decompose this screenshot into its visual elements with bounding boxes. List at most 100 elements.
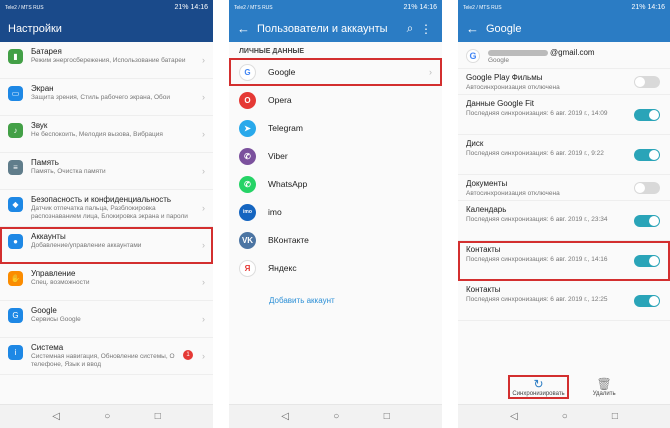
settings-item-text: Память Память, Очистка памяти bbox=[31, 158, 205, 176]
sync-toggle[interactable] bbox=[634, 255, 660, 267]
sync-item[interactable]: Google Play Фильмы Автосинхронизация откл… bbox=[458, 69, 670, 95]
chevron-right-icon: › bbox=[202, 351, 205, 361]
account-item[interactable]: Я Яндекс bbox=[229, 254, 442, 282]
sound-icon: ♪ bbox=[8, 123, 23, 138]
settings-item[interactable]: ◆ Безопасность и конфиденциальность Датчик… bbox=[0, 190, 213, 227]
account-item[interactable]: G Google › bbox=[229, 58, 442, 86]
sync-list: Google Play Фильмы Автосинхронизация откл… bbox=[458, 69, 670, 321]
settings-item[interactable]: ✋ Управление Спец. возможности › bbox=[0, 264, 213, 301]
delete-account-button[interactable]: 🗑 Удалить bbox=[589, 375, 620, 399]
settings-item-subtitle: Добавление/управление аккаунтами bbox=[31, 242, 142, 249]
settings-item-title: Батарея bbox=[31, 47, 62, 56]
settings-item-text: Система Системная навигация, Обновление с… bbox=[31, 343, 205, 369]
sync-item[interactable]: Контакты Последняя синхронизация: 6 авг. … bbox=[458, 281, 670, 321]
yandex-icon: Я bbox=[239, 259, 256, 277]
settings-item[interactable]: ▭ Экран Защита зрения, Стиль рабочего экра… bbox=[0, 79, 213, 116]
account-email-domain: @gmail.com bbox=[550, 48, 595, 57]
account-item[interactable]: ➤ Telegram bbox=[229, 114, 442, 142]
settings-item-text: Аккаунты Добавление/управление аккаунтами bbox=[31, 232, 205, 250]
back-arrow-icon[interactable]: ← bbox=[237, 21, 257, 36]
google-icon: G bbox=[239, 63, 256, 81]
settings-item[interactable]: ● Аккаунты Добавление/управление аккаунтам… bbox=[0, 227, 213, 264]
settings-item-title: Система bbox=[31, 343, 64, 352]
nav-recent-button[interactable]: □ bbox=[612, 411, 618, 422]
settings-item[interactable]: G Google Сервисы Google › bbox=[0, 301, 213, 338]
account-item[interactable]: VK ВКонтакте bbox=[229, 226, 442, 254]
account-label: ВКонтакте bbox=[268, 235, 309, 245]
sync-toggle[interactable] bbox=[634, 215, 660, 227]
whatsapp-icon: ✆ bbox=[239, 175, 256, 193]
nav-back-button[interactable]: ◁ bbox=[281, 411, 289, 422]
nav-recent-button[interactable]: □ bbox=[155, 411, 161, 422]
account-label: imo bbox=[268, 207, 282, 217]
chevron-right-icon: › bbox=[202, 277, 205, 287]
settings-item-subtitle: Датчик отпечатка пальца, Разблокировка р… bbox=[31, 205, 188, 220]
settings-item-title: Google bbox=[31, 306, 57, 315]
google-logo-icon: G bbox=[466, 49, 480, 63]
navigation-bar: ◁ ○ □ bbox=[0, 404, 213, 428]
account-label: WhatsApp bbox=[268, 179, 308, 189]
account-item[interactable]: ✆ Viber bbox=[229, 142, 442, 170]
settings-item-title: Безопасность и конфиденциальность bbox=[31, 195, 172, 204]
nav-home-button[interactable]: ○ bbox=[333, 411, 339, 422]
app-bar: ← Пользователи и аккаунты ⌕ ⋮ bbox=[229, 15, 442, 42]
sync-item-subtitle: Последняя синхронизация: 6 авг. 2019 г.,… bbox=[466, 296, 608, 303]
sync-item[interactable]: Контакты Последняя синхронизация: 6 авг. … bbox=[458, 241, 670, 281]
settings-item[interactable]: i Система Системная навигация, Обновление … bbox=[0, 338, 213, 375]
navigation-bar: ◁ ○ □ bbox=[458, 404, 670, 428]
chevron-right-icon: › bbox=[202, 240, 205, 250]
redacted-email bbox=[488, 49, 548, 56]
account-item[interactable]: ✆ WhatsApp bbox=[229, 170, 442, 198]
chevron-right-icon: › bbox=[202, 203, 205, 213]
telegram-icon: ➤ bbox=[239, 119, 256, 137]
settings-item-subtitle: Спец. возможности bbox=[31, 279, 90, 286]
account-item[interactable]: imo imo bbox=[229, 198, 442, 226]
settings-item-text: Батарея Режим энергосбережения, Использов… bbox=[31, 47, 205, 65]
settings-item-subtitle: Сервисы Google bbox=[31, 316, 81, 323]
sync-item-title: Данные Google Fit bbox=[466, 99, 535, 108]
sync-item[interactable]: Диск Последняя синхронизация: 6 авг. 2019… bbox=[458, 135, 670, 175]
search-icon[interactable]: ⌕ bbox=[402, 21, 418, 36]
sync-toggle[interactable] bbox=[634, 182, 660, 194]
system-icon: i bbox=[8, 345, 23, 360]
accounts-screen: Tele2 / MTS RUS 21% 14:16 ← Пользователи… bbox=[229, 0, 442, 428]
back-arrow-icon[interactable]: ← bbox=[466, 21, 486, 36]
nav-recent-button[interactable]: □ bbox=[384, 411, 390, 422]
add-account-button[interactable]: Добавить аккаунт bbox=[229, 282, 442, 305]
sync-toggle[interactable] bbox=[634, 109, 660, 121]
app-bar: Настройки bbox=[0, 15, 213, 42]
trash-icon: 🗑 bbox=[596, 377, 612, 391]
sync-item-title: Документы bbox=[466, 179, 508, 188]
sync-now-label: Синхронизировать bbox=[512, 391, 565, 397]
nav-home-button[interactable]: ○ bbox=[104, 411, 110, 422]
settings-list: ▮ Батарея Режим энергосбережения, Использо… bbox=[0, 42, 213, 375]
status-right: 21% 14:16 bbox=[174, 4, 208, 11]
sync-now-button[interactable]: ↻ Синхронизировать bbox=[508, 375, 569, 399]
more-menu-icon[interactable]: ⋮ bbox=[418, 22, 434, 36]
google-icon: G bbox=[8, 308, 23, 323]
nav-back-button[interactable]: ◁ bbox=[510, 411, 518, 422]
sync-toggle[interactable] bbox=[634, 76, 660, 88]
sync-item-title: Календарь bbox=[466, 205, 507, 214]
sync-item-subtitle: Последняя синхронизация: 6 авг. 2019 г.,… bbox=[466, 110, 608, 117]
settings-item-title: Память bbox=[31, 158, 59, 167]
status-bar: Tele2 / MTS RUS 21% 14:16 bbox=[229, 0, 442, 15]
settings-item[interactable]: ♪ Звук Не беспокоить, Мелодия вызова, Вибр… bbox=[0, 116, 213, 153]
nav-back-button[interactable]: ◁ bbox=[52, 411, 60, 422]
account-item[interactable]: O Opera bbox=[229, 86, 442, 114]
sync-toggle[interactable] bbox=[634, 295, 660, 307]
settings-item[interactable]: ≡ Память Память, Очистка памяти › bbox=[0, 153, 213, 190]
sync-item[interactable]: Календарь Последняя синхронизация: 6 авг.… bbox=[458, 201, 670, 241]
nav-home-button[interactable]: ○ bbox=[562, 411, 568, 422]
sync-toggle[interactable] bbox=[634, 149, 660, 161]
delete-label: Удалить bbox=[592, 391, 616, 397]
settings-item-title: Управление bbox=[31, 269, 76, 278]
sync-item[interactable]: Данные Google Fit Последняя синхронизация… bbox=[458, 95, 670, 135]
status-right: 21% 14:16 bbox=[631, 4, 665, 11]
account-label: Telegram bbox=[268, 123, 303, 133]
user-icon: ● bbox=[8, 234, 23, 249]
settings-item[interactable]: ▮ Батарея Режим энергосбережения, Использо… bbox=[0, 42, 213, 79]
account-label: Google bbox=[268, 67, 296, 77]
battery-icon: ▮ bbox=[8, 49, 23, 64]
sync-item[interactable]: Документы Автосинхронизация отключена bbox=[458, 175, 670, 201]
